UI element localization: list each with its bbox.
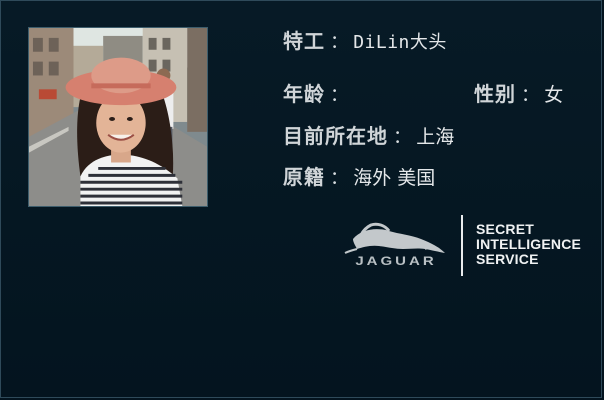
gender-value: 女 — [544, 84, 564, 106]
separator: ： — [521, 85, 540, 106]
age-label: 年龄 — [283, 82, 325, 106]
sis-line-1: SECRET — [476, 221, 534, 237]
brand-divider — [461, 215, 463, 276]
location-row: 目前所在地 ： 上海 — [283, 120, 454, 149]
separator: ： — [330, 85, 349, 106]
codename-value: DiLin大头 — [353, 32, 447, 53]
origin-value: 海外 美国 — [353, 167, 436, 189]
codename-label: 特工 — [283, 29, 325, 53]
agent-card: 特工 ： DiLin大头 年龄 ： 性别 ： 女 目前所在地 ： 上海 原籍 ：… — [0, 0, 602, 398]
separator: ： — [330, 168, 349, 189]
codename-row: 特工 ： DiLin大头 — [283, 25, 447, 54]
brand-block: JAGUAR SECRET INTELLIGENCE SERVICE — [343, 215, 599, 277]
gender-row: 性别 ： 女 — [474, 78, 563, 107]
gender-label: 性别 — [474, 82, 516, 106]
location-label: 目前所在地 — [283, 124, 388, 148]
separator: ： — [393, 127, 412, 148]
age-row: 年龄 ： — [283, 78, 348, 107]
jaguar-wordmark: JAGUAR — [355, 254, 437, 269]
origin-row: 原籍 ： 海外 美国 — [283, 161, 435, 190]
origin-label: 原籍 — [283, 165, 325, 189]
separator: ： — [330, 32, 349, 53]
sis-text: SECRET INTELLIGENCE SERVICE — [476, 222, 581, 267]
agent-photo — [28, 27, 208, 207]
location-value: 上海 — [416, 126, 455, 148]
sis-line-3: SERVICE — [476, 251, 539, 267]
sis-line-2: INTELLIGENCE — [476, 236, 582, 252]
